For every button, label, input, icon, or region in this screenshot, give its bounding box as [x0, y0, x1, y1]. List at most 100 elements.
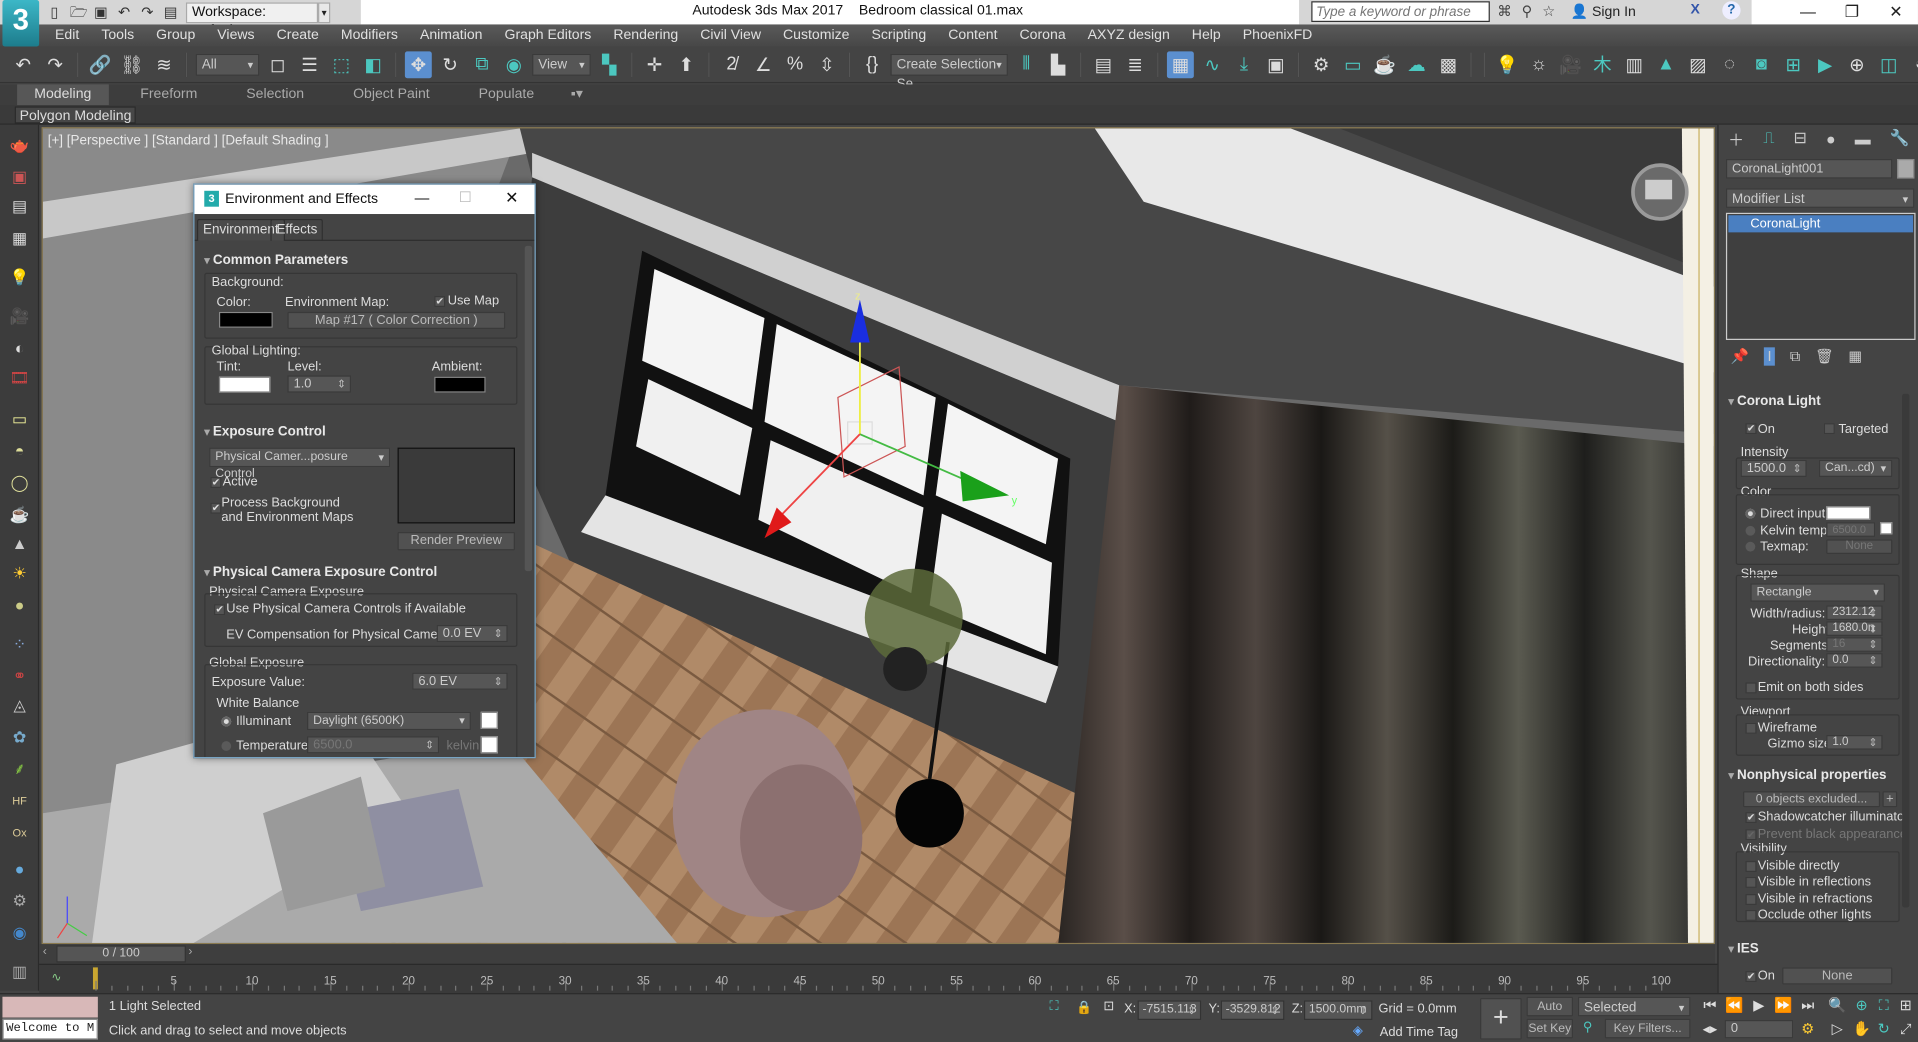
- exposure-value-spinner[interactable]: 6.0 EV: [412, 672, 508, 690]
- dialog-maximize-button[interactable]: ☐: [459, 188, 472, 205]
- environment-map-button[interactable]: Map #17 ( Color Correction ): [287, 311, 506, 329]
- mirror-icon[interactable]: ⫴: [1013, 51, 1040, 78]
- level-spinner[interactable]: 1.0: [287, 375, 352, 393]
- go-to-end-icon[interactable]: ⏭: [1798, 997, 1818, 1015]
- tint-color-swatch[interactable]: [218, 376, 271, 393]
- time-configuration-icon[interactable]: ⚙: [1798, 1020, 1818, 1037]
- motion-tab-icon[interactable]: ●: [1826, 129, 1836, 147]
- add-time-tag[interactable]: Add Time Tag: [1380, 1025, 1458, 1040]
- curve-editor-icon[interactable]: ∿: [1199, 51, 1226, 78]
- project-folder-icon[interactable]: ▤: [163, 4, 179, 20]
- next-frame-icon[interactable]: ›: [188, 945, 192, 958]
- menu-views[interactable]: Views: [217, 28, 254, 43]
- help-icon[interactable]: ?: [1722, 1, 1741, 20]
- absolute-mode-icon[interactable]: ⊡: [1103, 999, 1114, 1014]
- light-lister-icon[interactable]: 💡: [7, 267, 31, 289]
- select-and-scale-icon[interactable]: ⧉: [468, 51, 495, 78]
- add-exclude-button[interactable]: +: [1882, 791, 1898, 808]
- manipulate-icon[interactable]: ✛: [641, 51, 668, 78]
- shape-dropdown[interactable]: Rectangle: [1750, 583, 1885, 602]
- menu-axyz-design[interactable]: AXYZ design: [1088, 28, 1170, 43]
- camera-icon[interactable]: 🎥: [7, 306, 31, 328]
- render-setup-icon[interactable]: ⚙: [1308, 51, 1335, 78]
- menu-modifiers[interactable]: Modifiers: [341, 28, 398, 43]
- emit-both-sides-checkbox[interactable]: [1745, 682, 1757, 694]
- sphere-light-icon[interactable]: ●: [7, 594, 31, 616]
- link-icon[interactable]: 🔗: [87, 51, 114, 78]
- cloud-icon[interactable]: ✿: [7, 726, 31, 748]
- unlink-icon[interactable]: ⛓: [119, 51, 146, 78]
- render-window-icon[interactable]: ▣: [7, 166, 31, 188]
- temperature-spinner[interactable]: 6500.0: [307, 736, 440, 754]
- next-key-icon[interactable]: ⏩: [1774, 997, 1794, 1014]
- key-filters-button[interactable]: Key Filters...: [1604, 1018, 1691, 1039]
- auto-key-button[interactable]: Auto Key: [1526, 996, 1574, 1032]
- gizmo-size-spinner[interactable]: 1.0: [1826, 735, 1883, 750]
- command-panel-scrollbar[interactable]: [1902, 393, 1910, 908]
- menu-rendering[interactable]: Rendering: [613, 28, 678, 43]
- key-filter-icon[interactable]: ⚲: [1583, 1020, 1592, 1035]
- undo-icon[interactable]: ↶: [10, 51, 37, 78]
- field-of-view-icon[interactable]: ▷: [1827, 1020, 1847, 1037]
- intensity-unit-dropdown[interactable]: Can...cd): [1818, 459, 1893, 477]
- previous-frame-icon[interactable]: ‹: [43, 945, 47, 958]
- ies-file-button[interactable]: None: [1782, 967, 1893, 985]
- corona-camera-icon[interactable]: 🎥: [1557, 51, 1584, 78]
- excluded-objects-button[interactable]: 0 objects excluded...: [1743, 791, 1881, 808]
- toggle-ribbon-icon[interactable]: ▦: [1166, 50, 1194, 78]
- time-tag-icon[interactable]: ◈: [1353, 1024, 1363, 1039]
- track-bar[interactable]: ∿ 5 10 15 20 25 30 35 40 45 50 55 60 65 70 75 80 85 90 95 1…: [39, 963, 1718, 994]
- x-coordinate-field[interactable]: -7515.113: [1137, 1000, 1202, 1020]
- corona-light-rollout[interactable]: Corona Light: [1728, 394, 1821, 409]
- mini-curve-editor-icon[interactable]: ∿: [51, 971, 61, 984]
- make-unique-icon[interactable]: ⧉: [1790, 347, 1800, 365]
- restore-button[interactable]: ❐: [1830, 0, 1874, 24]
- texmap-button[interactable]: None: [1826, 539, 1893, 555]
- dialog-title-bar[interactable]: 3 Environment and Effects — ☐ ✕: [194, 184, 535, 215]
- menu-customize[interactable]: Customize: [783, 28, 849, 43]
- corona-converter-icon[interactable]: ◌: [1716, 51, 1743, 78]
- snaps-toggle-icon[interactable]: 2̸: [718, 51, 745, 78]
- maximize-viewport-icon[interactable]: ⤢: [1896, 1020, 1916, 1038]
- sun-icon[interactable]: ☀: [7, 563, 31, 585]
- grass-icon[interactable]: ⸙: [7, 758, 31, 780]
- menu-graph-editors[interactable]: Graph Editors: [505, 28, 592, 43]
- disc-light-icon[interactable]: ◯: [7, 472, 31, 494]
- illuminant-dropdown[interactable]: Daylight (6500K): [307, 711, 471, 731]
- render-production-icon[interactable]: ☕: [1371, 51, 1398, 78]
- object-name-field[interactable]: CoronaLight001: [1725, 158, 1893, 179]
- corona-vfb-icon[interactable]: ◙: [1748, 51, 1775, 78]
- keyboard-shortcut-override-icon[interactable]: ⬆: [673, 51, 700, 78]
- pan-view-icon[interactable]: ✋: [1852, 1020, 1872, 1037]
- ribbon-tab-freeform[interactable]: Freeform: [123, 84, 214, 105]
- exposure-type-dropdown[interactable]: Physical Camer...posure Control: [209, 447, 391, 481]
- ev-compensation-spinner[interactable]: 0.0 EV: [436, 624, 508, 643]
- wire-icon[interactable]: ◬: [7, 695, 31, 717]
- pin-stack-icon[interactable]: 📌: [1731, 347, 1749, 365]
- menu-corona[interactable]: Corona: [1020, 28, 1066, 43]
- display-tab-icon[interactable]: ▬: [1855, 129, 1871, 147]
- communication-center-icon[interactable]: ⚲: [1522, 2, 1533, 19]
- sign-in-button[interactable]: 👤 Sign In: [1571, 2, 1636, 20]
- menu-civil-view[interactable]: Civil View: [700, 28, 761, 43]
- active-checkbox[interactable]: ✔: [210, 476, 222, 488]
- scene-explorer-icon[interactable]: ▤: [1090, 51, 1117, 78]
- temperature-radio[interactable]: [221, 741, 232, 751]
- select-by-name-icon[interactable]: ☰: [296, 51, 323, 78]
- configure-modifier-sets-icon[interactable]: ▦: [1848, 347, 1862, 365]
- use-physical-camera-checkbox[interactable]: ✔: [214, 604, 226, 616]
- workspace-dropdown[interactable]: Workspace: Default: [185, 1, 319, 37]
- phoenix-icon[interactable]: ◉: [7, 922, 31, 944]
- current-frame-field[interactable]: 0: [1724, 1019, 1794, 1039]
- menu-tools[interactable]: Tools: [101, 28, 134, 43]
- on-checkbox[interactable]: ✔: [1745, 423, 1757, 435]
- select-and-place-icon[interactable]: ◉: [500, 51, 527, 78]
- dialog-close-button[interactable]: ✕: [505, 188, 518, 208]
- corona-tree-icon[interactable]: ▲: [1653, 51, 1680, 78]
- corona-proxy-icon[interactable]: ⽊: [1589, 51, 1616, 78]
- a360-gallery-icon[interactable]: ▩: [1435, 51, 1462, 78]
- new-file-icon[interactable]: ▯: [46, 4, 62, 20]
- orbit-icon[interactable]: ↻: [1874, 1020, 1894, 1037]
- ambient-color-swatch[interactable]: [434, 376, 486, 393]
- corona-camera-add-icon[interactable]: ⊕: [1843, 51, 1870, 78]
